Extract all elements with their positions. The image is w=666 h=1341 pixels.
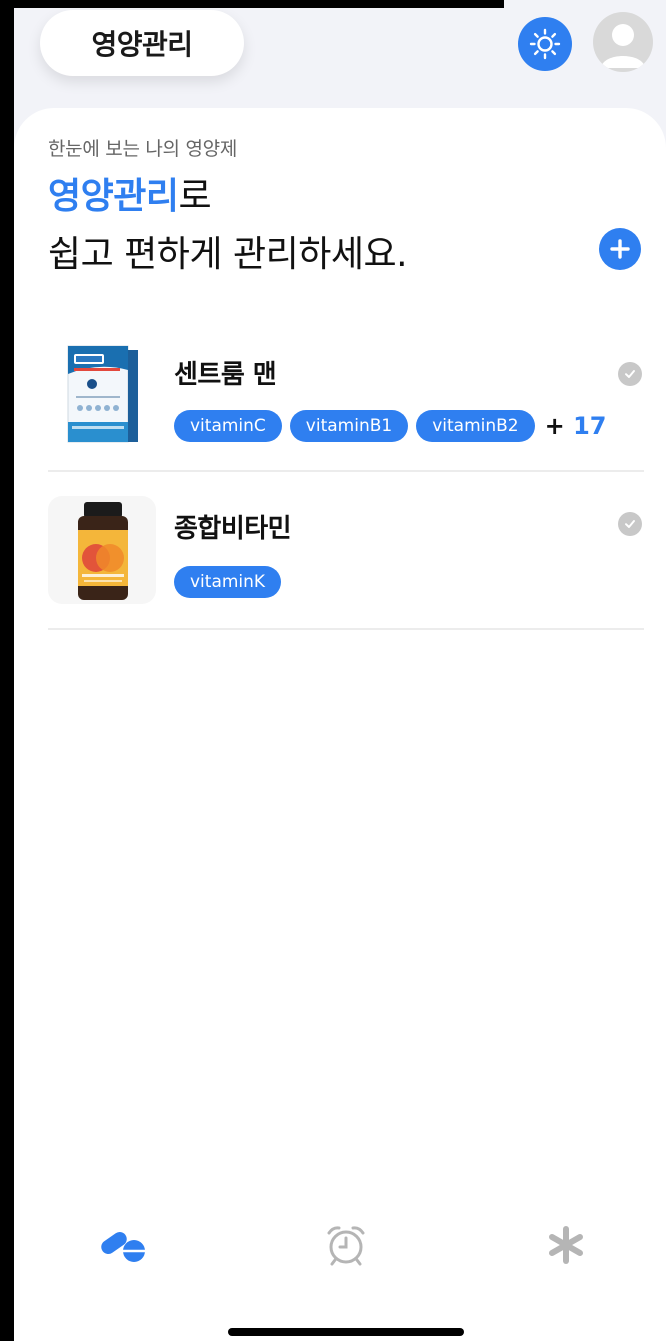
- nutrient-tags: vitaminK: [174, 566, 282, 598]
- headline-line-2: 쉽고 편하게 관리하세요.: [48, 234, 408, 275]
- user-icon: [601, 24, 645, 68]
- supplement-item[interactable]: 종합비타민 vitaminK: [48, 474, 644, 630]
- supplement-image: [48, 340, 156, 448]
- nav-alarm[interactable]: [316, 1218, 376, 1272]
- alarm-clock-icon: [327, 1226, 365, 1266]
- main-card: 한눈에 보는 나의 영양제 영양관리로 쉽고 편하게 관리하세요. 센트룸 맨 …: [14, 108, 666, 1341]
- theme-toggle-button[interactable]: [518, 17, 572, 71]
- nutrient-tag: vitaminK: [174, 566, 282, 598]
- app-title[interactable]: 영양관리: [40, 10, 244, 76]
- more-prefix: +: [544, 412, 574, 440]
- page-headline: 영양관리로 쉽고 편하게 관리하세요.: [48, 168, 408, 284]
- sun-icon: [529, 28, 561, 60]
- check-icon[interactable]: [618, 362, 642, 386]
- bottom-nav: [14, 1210, 666, 1280]
- check-icon[interactable]: [618, 512, 642, 536]
- nutrient-tag: vitaminC: [174, 410, 282, 442]
- headline-suffix: 로: [178, 176, 212, 217]
- nutrient-tag: vitaminB2: [416, 410, 535, 442]
- add-supplement-button[interactable]: [599, 228, 641, 270]
- app-screen: 영양관리 한눈에 보는 나의 영양제 영양관리로 쉽고 편하게 관리하세요. 센…: [14, 0, 666, 1341]
- home-indicator: [228, 1328, 464, 1336]
- supplement-item[interactable]: 센트룸 맨 vitaminC vitaminB1 vitaminB2 + 17: [48, 324, 644, 472]
- headline-line-1: 영양관리로: [48, 168, 407, 226]
- status-bar-overlay: [14, 0, 504, 8]
- headline-accent: 영양관리: [48, 176, 179, 217]
- supplement-image: [48, 496, 156, 604]
- product-box-image: [67, 345, 138, 443]
- nutrient-tag: vitaminB1: [289, 410, 409, 442]
- more-nutrients-count[interactable]: + 17: [545, 412, 607, 440]
- nutrient-tags: vitaminC vitaminB1 vitaminB2 + 17: [174, 410, 606, 442]
- nav-supplements[interactable]: [94, 1218, 154, 1272]
- avatar[interactable]: [593, 12, 653, 72]
- plus-icon: [610, 239, 630, 259]
- nav-more[interactable]: [536, 1218, 596, 1272]
- supplement-name: 종합비타민: [174, 514, 292, 544]
- more-number: 17: [573, 412, 607, 440]
- pills-icon: [101, 1231, 145, 1262]
- product-bottle-image: [78, 502, 128, 600]
- asterisk-icon: [549, 1226, 583, 1264]
- supplement-name: 센트룸 맨: [174, 360, 277, 390]
- page-subtitle: 한눈에 보는 나의 영양제: [48, 138, 238, 160]
